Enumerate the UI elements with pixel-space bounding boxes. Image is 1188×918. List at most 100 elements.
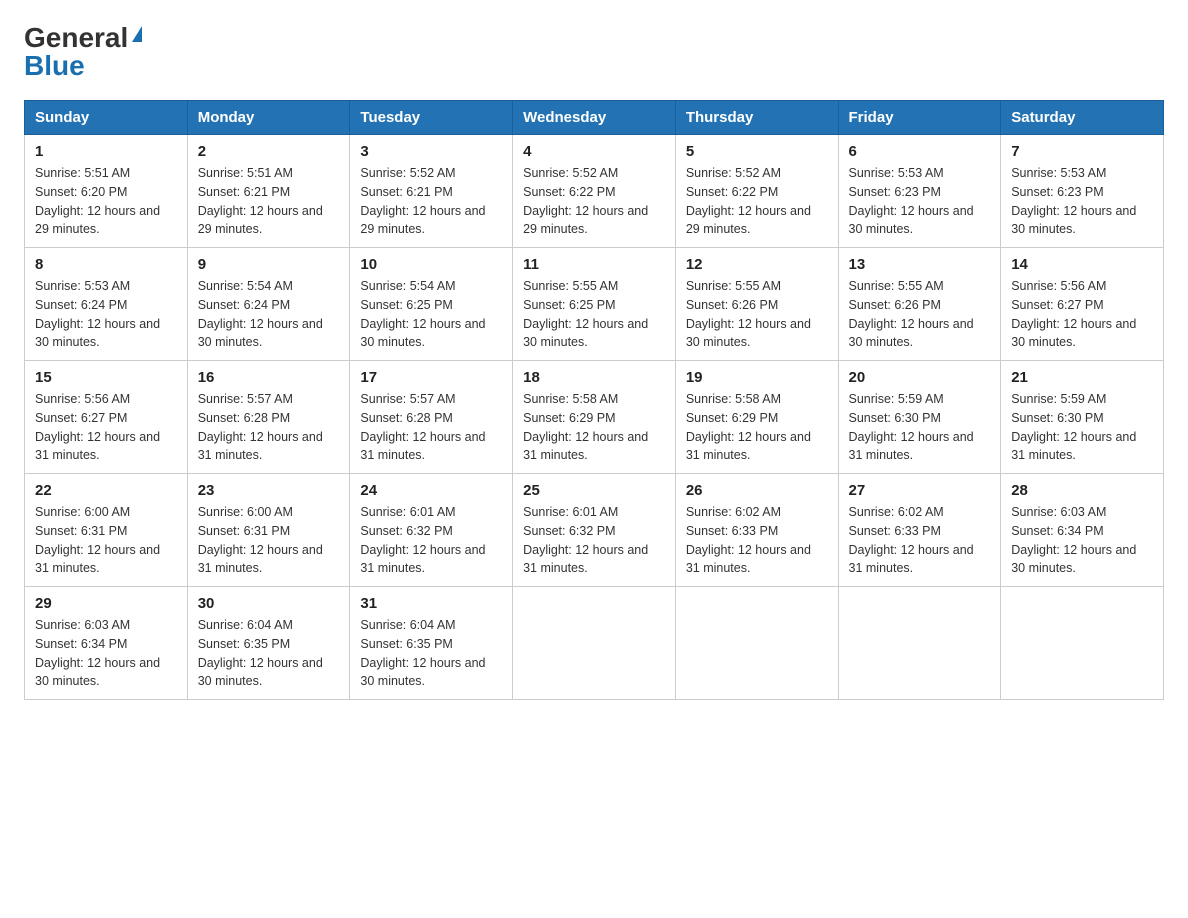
- day-info: Sunrise: 5:53 AM Sunset: 6:23 PM Daylight:…: [1011, 164, 1153, 239]
- column-header-friday: Friday: [838, 101, 1001, 135]
- day-number: 18: [523, 369, 665, 386]
- day-info: Sunrise: 5:55 AMSunset: 6:25 PMDaylight:…: [523, 277, 665, 352]
- day-info: Sunrise: 6:03 AMSunset: 6:34 PMDaylight:…: [1011, 503, 1153, 578]
- day-info: Sunrise: 5:53 AMSunset: 6:24 PMDaylight:…: [35, 277, 177, 352]
- logo-blue-text: Blue: [24, 52, 85, 80]
- calendar-day-cell: 3Sunrise: 5:52 AMSunset: 6:21 PMDaylight…: [350, 135, 513, 248]
- logo: General Blue: [24, 24, 142, 80]
- calendar-day-cell: 25Sunrise: 6:01 AMSunset: 6:32 PMDayligh…: [513, 474, 676, 587]
- day-info: Sunrise: 6:01 AM Sunset: 6:32 PM Daylight:…: [523, 503, 665, 578]
- daylight-text: Daylight: 12 hours and 29 minutes.: [523, 204, 648, 237]
- calendar-day-cell: 31 Sunrise: 6:04 AMSunset: 6:35 PMDayligh…: [350, 587, 513, 700]
- calendar-day-cell: 27Sunrise: 6:02 AMSunset: 6:33 PMDayligh…: [838, 474, 1001, 587]
- daylight-text: Daylight: 12 hours and 30 minutes.: [1011, 543, 1136, 576]
- sunrise-text: Sunrise: 6:04 AM: [360, 618, 455, 632]
- calendar-day-cell: 21Sunrise: 5:59 AMSunset: 6:30 PMDayligh…: [1001, 361, 1164, 474]
- daylight-text: Daylight: 12 hours and 30 minutes.: [523, 317, 648, 350]
- sunrise-text: Sunrise: 5:54 AM: [360, 279, 455, 293]
- sunrise-text: Sunrise: 5:59 AM: [1011, 392, 1106, 406]
- sunset-text: Sunset: 6:31 PM: [35, 524, 127, 538]
- day-number: 17: [360, 369, 502, 386]
- empty-cell: [1001, 587, 1164, 700]
- sunrise-text: Sunrise: 5:55 AM: [686, 279, 781, 293]
- sunset-text: Sunset: 6:23 PM: [1011, 185, 1103, 199]
- sunrise-text: Sunrise: 5:57 AM: [198, 392, 293, 406]
- sunset-text: Sunset: 6:32 PM: [523, 524, 615, 538]
- calendar-day-cell: 24Sunrise: 6:01 AMSunset: 6:32 PMDayligh…: [350, 474, 513, 587]
- empty-cell: [675, 587, 838, 700]
- day-info: Sunrise: 5:55 AMSunset: 6:26 PMDaylight:…: [849, 277, 991, 352]
- day-info: Sunrise: 6:00 AMSunset: 6:31 PMDaylight:…: [35, 503, 177, 578]
- sunrise-text: Sunrise: 6:01 AM: [523, 505, 618, 519]
- daylight-text: Daylight: 12 hours and 29 minutes.: [686, 204, 811, 237]
- calendar-day-cell: 16Sunrise: 5:57 AMSunset: 6:28 PMDayligh…: [187, 361, 350, 474]
- daylight-text: Daylight: 12 hours and 30 minutes.: [1011, 317, 1136, 350]
- day-info: Sunrise: 5:55 AM Sunset: 6:26 PM Daylight:…: [686, 277, 828, 352]
- sunrise-text: Sunrise: 5:53 AM: [1011, 166, 1106, 180]
- daylight-text: Daylight: 12 hours and 30 minutes.: [35, 656, 160, 689]
- sunrise-text: Sunrise: 5:52 AM: [523, 166, 618, 180]
- day-number: 27: [849, 482, 991, 499]
- day-info: Sunrise: 6:04 AMSunset: 6:35 PMDaylight:…: [360, 616, 502, 691]
- day-number: 10: [360, 256, 502, 273]
- calendar-day-cell: 18Sunrise: 5:58 AMSunset: 6:29 PMDayligh…: [513, 361, 676, 474]
- calendar-day-cell: 15Sunrise: 5:56 AMSunset: 6:27 PMDayligh…: [25, 361, 188, 474]
- day-number: 22: [35, 482, 177, 499]
- day-info: Sunrise: 5:57 AMSunset: 6:28 PMDaylight:…: [360, 390, 502, 465]
- calendar-day-cell: 29 Sunrise: 6:03 AMSunset: 6:34 PMDayligh…: [25, 587, 188, 700]
- sunset-text: Sunset: 6:26 PM: [849, 298, 941, 312]
- calendar-week-row: 22 Sunrise: 6:00 AM Sunset: 6:31 PM Dayligh…: [25, 474, 1164, 587]
- empty-cell: [513, 587, 676, 700]
- sunrise-text: Sunrise: 5:51 AM: [35, 166, 130, 180]
- daylight-text: Daylight: 12 hours and 31 minutes.: [1011, 430, 1136, 463]
- column-header-tuesday: Tuesday: [350, 101, 513, 135]
- daylight-text: Daylight: 12 hours and 30 minutes.: [198, 656, 323, 689]
- sunrise-text: Sunrise: 5:55 AM: [849, 279, 944, 293]
- sunrise-text: Sunrise: 5:53 AM: [35, 279, 130, 293]
- sunset-text: Sunset: 6:21 PM: [360, 185, 452, 199]
- day-info: Sunrise: 5:54 AMSunset: 6:24 PMDaylight:…: [198, 277, 340, 352]
- calendar-day-cell: 7Sunrise: 5:53 AMSunset: 6:23 PMDaylight…: [1001, 135, 1164, 248]
- day-number: 2: [198, 143, 340, 160]
- day-number: 11: [523, 256, 665, 273]
- sunrise-text: Sunrise: 6:03 AM: [35, 618, 130, 632]
- daylight-text: Daylight: 12 hours and 30 minutes.: [1011, 204, 1136, 237]
- sunrise-text: Sunrise: 5:58 AM: [686, 392, 781, 406]
- calendar-table: SundayMondayTuesdayWednesdayThursdayFrid…: [24, 100, 1164, 700]
- sunset-text: Sunset: 6:26 PM: [686, 298, 778, 312]
- day-info: Sunrise: 6:02 AMSunset: 6:33 PMDaylight:…: [686, 503, 828, 578]
- calendar-day-cell: 30Sunrise: 6:04 AMSunset: 6:35 PMDayligh…: [187, 587, 350, 700]
- day-info: Sunrise: 5:51 AMSunset: 6:21 PMDaylight:…: [198, 164, 340, 239]
- day-info: Sunrise: 5:52 AMSunset: 6:22 PMDaylight:…: [523, 164, 665, 239]
- calendar-day-cell: 28Sunrise: 6:03 AMSunset: 6:34 PMDayligh…: [1001, 474, 1164, 587]
- calendar-day-cell: 12Sunrise: 5:55 AMSunset: 6:26 PMDayligh…: [675, 248, 838, 361]
- sunrise-text: Sunrise: 6:02 AM: [686, 505, 781, 519]
- sunrise-text: Sunrise: 6:00 AM: [35, 505, 130, 519]
- calendar-day-cell: 10Sunrise: 5:54 AMSunset: 6:25 PMDayligh…: [350, 248, 513, 361]
- day-number: 16: [198, 369, 340, 386]
- day-info: Sunrise: 6:03 AMSunset: 6:34 PMDaylight:…: [35, 616, 177, 691]
- daylight-text: Daylight: 12 hours and 30 minutes.: [198, 317, 323, 350]
- sunset-text: Sunset: 6:28 PM: [360, 411, 452, 425]
- sunrise-text: Sunrise: 6:01 AM: [360, 505, 455, 519]
- calendar-day-cell: 22Sunrise: 6:00 AMSunset: 6:31 PMDayligh…: [25, 474, 188, 587]
- calendar-day-cell: 5Sunrise: 5:52 AMSunset: 6:22 PMDaylight…: [675, 135, 838, 248]
- daylight-text: Daylight: 12 hours and 31 minutes.: [523, 543, 648, 576]
- logo-general-text: General: [24, 24, 128, 52]
- calendar-day-cell: 13Sunrise: 5:55 AMSunset: 6:26 PMDayligh…: [838, 248, 1001, 361]
- day-number: 5: [686, 143, 828, 160]
- sunset-text: Sunset: 6:23 PM: [849, 185, 941, 199]
- day-number: 23: [198, 482, 340, 499]
- day-number: 31: [360, 595, 502, 612]
- column-header-monday: Monday: [187, 101, 350, 135]
- sunset-text: Sunset: 6:27 PM: [1011, 298, 1103, 312]
- column-header-saturday: Saturday: [1001, 101, 1164, 135]
- sunset-text: Sunset: 6:33 PM: [849, 524, 941, 538]
- day-number: 26: [686, 482, 828, 499]
- day-info: Sunrise: 5:52 AMSunset: 6:21 PMDaylight:…: [360, 164, 502, 239]
- daylight-text: Daylight: 12 hours and 30 minutes.: [686, 317, 811, 350]
- calendar-day-cell: 26 Sunrise: 6:02 AMSunset: 6:33 PMDayligh…: [675, 474, 838, 587]
- day-info: Sunrise: 5:53 AMSunset: 6:23 PMDaylight:…: [849, 164, 991, 239]
- day-number: 29: [35, 595, 177, 612]
- daylight-text: Daylight: 12 hours and 31 minutes.: [686, 430, 811, 463]
